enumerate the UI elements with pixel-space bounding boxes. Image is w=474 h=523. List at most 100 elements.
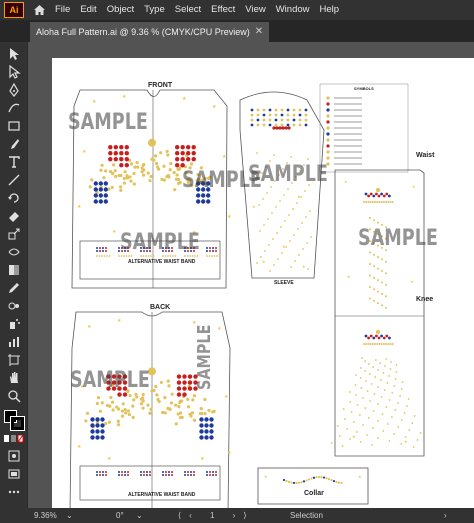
flag-stone	[149, 471, 151, 473]
blend-tool-icon[interactable]	[4, 298, 24, 314]
star: ★	[107, 456, 112, 462]
gold-stone	[377, 302, 379, 305]
stroke-color-swatch[interactable]	[10, 416, 25, 431]
star: ★	[297, 194, 301, 199]
gold-stone	[309, 210, 311, 212]
gold-stone	[122, 181, 127, 185]
gold-stone	[189, 162, 194, 166]
menu-view[interactable]: View	[240, 0, 270, 20]
artboard[interactable]: ★ ★ ★ ★ ★ ★ ★ ★ ★ ★ ★ ★ ★ ★ ★ ★ ★ ★ ★ ★ ★ ★ ★ ★ ★ ★ ★ ★ ★ ★ ★ ★ ★ FR…	[52, 58, 474, 508]
gold-stone	[277, 258, 279, 260]
gold-stone	[142, 162, 146, 167]
collar-stone	[307, 478, 311, 481]
sleeve-stone	[262, 113, 266, 117]
gold-stone	[342, 408, 345, 410]
pen-tool-icon[interactable]	[4, 82, 24, 98]
gold-stone	[381, 258, 383, 261]
gold-stone	[364, 360, 367, 362]
width-tool-icon[interactable]	[4, 244, 24, 260]
hand-tool-icon[interactable]	[4, 370, 24, 386]
gold-stone	[132, 182, 136, 186]
gold-stone	[330, 442, 333, 444]
status-menu-icon[interactable]: ›	[444, 508, 447, 523]
flag-stone	[146, 471, 148, 473]
menu-window[interactable]: Window	[271, 0, 315, 20]
screen-mode-icon[interactable]	[4, 466, 24, 482]
gold-stone	[394, 378, 397, 380]
menu-file[interactable]: File	[50, 0, 75, 20]
selection-tool-icon[interactable]	[4, 46, 24, 62]
sleeve-stone	[292, 118, 296, 122]
flag-stone	[118, 474, 120, 476]
rotation-dropdown-icon[interactable]: ⌄	[136, 508, 143, 523]
more-tools-icon[interactable]	[4, 484, 24, 500]
star: ★	[77, 444, 82, 450]
status-bar: 9.36% ⌄ 0° ⌄ ⟨‹ 1 ›⟩ Selection ›	[0, 508, 474, 523]
direct-selection-tool-icon[interactable]	[4, 64, 24, 80]
legend-swatch	[326, 102, 330, 106]
home-icon[interactable]	[28, 0, 50, 20]
artboard-tool-icon[interactable]	[4, 352, 24, 368]
gradient-tool-icon[interactable]	[4, 262, 24, 278]
watermark-back-right: SAMPLE	[194, 324, 215, 390]
legend-swatch	[326, 114, 330, 118]
pant-stone	[385, 334, 389, 338]
gold-stone	[307, 268, 309, 270]
flag-stone	[209, 250, 211, 252]
close-tab-icon[interactable]: ✕	[255, 22, 263, 42]
fill-stroke-swatch[interactable]	[4, 410, 26, 432]
blue-stone	[209, 417, 214, 422]
star: ★	[212, 104, 217, 110]
symbol-sprayer-tool-icon[interactable]	[4, 316, 24, 332]
gold-stone	[416, 439, 419, 441]
star: ★	[344, 179, 348, 184]
gold-stone	[147, 255, 150, 257]
gold-stone	[306, 242, 308, 244]
draw-mode-icon[interactable]	[4, 448, 24, 464]
gold-stone	[207, 408, 211, 413]
rectangle-tool-icon[interactable]	[4, 118, 24, 134]
eraser-tool-icon[interactable]	[4, 208, 24, 224]
menu-help[interactable]: Help	[315, 0, 345, 20]
sleeve-stone	[298, 108, 302, 112]
menu-effect[interactable]: Effect	[206, 0, 240, 20]
menu-type[interactable]: Type	[139, 0, 170, 20]
canvas-area[interactable]: ★ ★ ★ ★ ★ ★ ★ ★ ★ ★ ★ ★ ★ ★ ★ ★ ★ ★ ★ ★ ★ ★ ★ ★ ★ ★ ★ ★ ★ ★ ★ ★ ★ FR…	[28, 42, 474, 508]
curvature-tool-icon[interactable]	[4, 100, 24, 116]
blue-stone	[199, 429, 204, 434]
color-mode-buttons[interactable]	[4, 434, 24, 444]
menu-edit[interactable]: Edit	[75, 0, 101, 20]
line-tool-icon[interactable]	[4, 172, 24, 188]
document-tab-title: Aloha Full Pattern.ai @ 9.36 % (CMYK/CPU…	[36, 27, 250, 37]
sleeve-stone	[292, 108, 296, 112]
watermark-waistband: SAMPLE	[120, 230, 200, 255]
eyedropper-tool-icon[interactable]	[4, 280, 24, 296]
scale-tool-icon[interactable]	[4, 226, 24, 242]
gold-stone	[365, 380, 367, 382]
graph-tool-icon[interactable]	[4, 334, 24, 350]
menu-select[interactable]: Select	[170, 0, 206, 20]
menu-object[interactable]: Object	[102, 0, 139, 20]
gold-stone	[363, 201, 365, 203]
zoom-level[interactable]: 9.36%	[34, 508, 57, 523]
zoom-tool-icon[interactable]	[4, 388, 24, 404]
gold-stone	[380, 343, 383, 345]
gold-stone	[211, 410, 215, 414]
gold-stone	[404, 436, 407, 438]
document-tab[interactable]: Aloha Full Pattern.ai @ 9.36 % (CMYK/CPU…	[30, 22, 270, 42]
artboard-nav-icons[interactable]: ⟨‹ 1 ›⟩	[178, 508, 254, 523]
rotate-tool-icon[interactable]	[4, 190, 24, 206]
gold-stone	[125, 255, 128, 257]
type-tool-icon[interactable]	[4, 154, 24, 170]
gold-stone	[276, 232, 278, 234]
flag-stone	[96, 474, 98, 476]
brush-tool-icon[interactable]	[4, 136, 24, 152]
gold-stone	[384, 365, 386, 367]
gold-stone	[123, 407, 127, 412]
gold-stone	[354, 384, 357, 386]
gold-stone	[381, 304, 383, 307]
rotation-value[interactable]: 0°	[116, 508, 124, 523]
zoom-dropdown-icon[interactable]: ⌄	[66, 508, 73, 523]
star: ★	[264, 474, 268, 479]
gold-stone	[262, 198, 264, 200]
